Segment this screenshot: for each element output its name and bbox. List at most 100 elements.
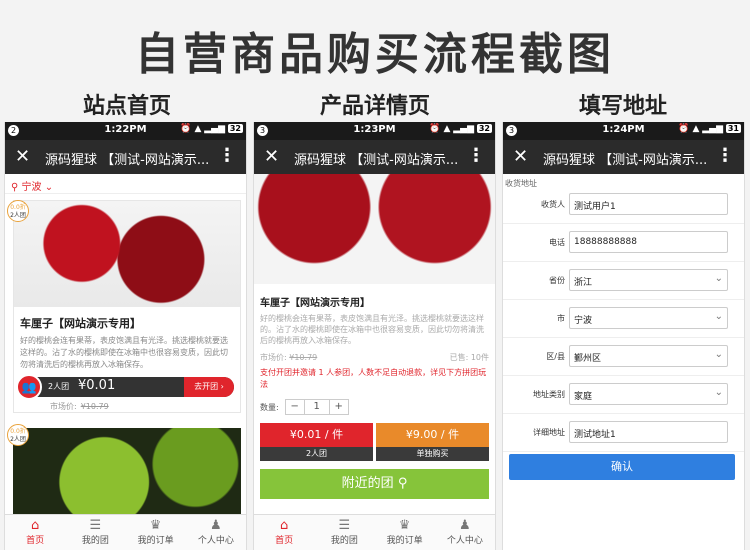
form-row-district: 区/县 鄞州区 ⌄ [503, 338, 744, 376]
form-row-city: 市 宁波 ⌄ [503, 300, 744, 338]
status-bar: 3 1:23PM ⏰ ▲ ▂▄▆ 32 [254, 122, 495, 140]
plus-button[interactable]: + [330, 400, 348, 414]
chevron-down-icon: ⌄ [44, 182, 54, 193]
discount-badge: 0.0折 2人团 [7, 200, 29, 222]
product-description: 好的樱桃会连有果蒂，表皮饱满且有光泽。挑选樱桃就要选这样的。沾了水的樱桃即使在冰… [260, 314, 484, 345]
buy-buttons: ¥0.01 / 件 2人团 ¥9.00 / 件 单独购买 [254, 423, 495, 461]
bottom-tabbar: ⌂ 首页 ☰ 我的团 ♛ 我的订单 ♟ 个人中心 [254, 514, 495, 550]
battery-icon: 32 [227, 124, 243, 133]
minus-button[interactable]: − [286, 400, 304, 414]
chevron-down-icon: ⌄ [714, 273, 723, 284]
status-bar: 3 1:24PM ⏰ ▲ ▂▄▆ 31 [503, 122, 744, 140]
window-title: 源码猩球 【测试-网站演示... [45, 153, 210, 168]
form-row-address-type: 地址类别 家庭 ⌄ [503, 376, 744, 414]
stock-count: 已售: 10件 [449, 353, 489, 362]
city-select[interactable]: 宁波 ⌄ [569, 307, 728, 329]
location-pin-icon: ⚲ [397, 476, 408, 491]
location-pin-icon: ⚲ [11, 182, 19, 193]
close-icon[interactable]: ✕ [513, 146, 528, 167]
group-rule[interactable]: 支付开团并邀请 1 人参团，人数不足自动退款，详见下方拼团玩法 [254, 363, 495, 391]
product-name: 车厘子【网站演示专用】 [260, 298, 370, 309]
home-icon: ⌂ [30, 518, 40, 533]
phone-detail: 3 1:23PM ⏰ ▲ ▂▄▆ 32 ✕ 源码猩球 【测试-网站演示... ⋮… [253, 122, 496, 550]
quantity-input[interactable]: 1 [303, 400, 330, 414]
trophy-icon: ♛ [398, 518, 411, 533]
location-label: 宁波 [21, 182, 42, 193]
more-menu-icon[interactable]: ⋮ [716, 145, 734, 166]
market-price: 市场价: ¥10.79 [260, 353, 318, 362]
user-icon: ♟ [459, 518, 471, 533]
battery-icon: 31 [725, 124, 741, 133]
quantity-row: 数量: − 1 + [254, 391, 495, 423]
close-icon[interactable]: ✕ [264, 146, 279, 167]
status-icons: ⏰ ▲ ▂▄▆ 32 [180, 124, 243, 134]
bottom-tabbar: ⌂ 首页 ☰ 我的团 ♛ 我的订单 ♟ 个人中心 [5, 514, 246, 550]
group-buy-button[interactable]: ¥0.01 / 件 2人团 [260, 423, 373, 461]
tab-my-orders[interactable]: ♛ 我的订单 [126, 515, 186, 550]
recipient-input[interactable]: 测试用户1 [569, 193, 728, 215]
column-title-address: 填写地址 [578, 94, 667, 119]
product-name[interactable]: 车厘子【网站演示专用】 [14, 307, 240, 335]
tab-my-groups[interactable]: ☰ 我的团 [65, 515, 125, 550]
tab-profile[interactable]: ♟ 个人中心 [435, 515, 495, 550]
address-type-select[interactable]: 家庭 ⌄ [569, 383, 728, 405]
user-icon: ♟ [210, 518, 222, 533]
list-icon: ☰ [338, 518, 351, 533]
more-menu-icon[interactable]: ⋮ [218, 145, 236, 166]
trophy-icon: ♛ [149, 518, 162, 533]
window-title: 源码猩球 【测试-网站演示... [294, 153, 459, 168]
more-menu-icon[interactable]: ⋮ [467, 145, 485, 166]
province-select[interactable]: 浙江 ⌄ [569, 269, 728, 291]
solo-buy-button[interactable]: ¥9.00 / 件 单独购买 [376, 423, 489, 461]
group-avatar-icon: 👥 [16, 374, 42, 400]
chevron-down-icon: ⌄ [714, 311, 723, 322]
discount-badge-2: 0.0折 2人团 [7, 424, 29, 446]
column-title-detail: 产品详情页 [319, 94, 430, 119]
status-icons: ⏰ ▲ ▂▄▆ 32 [429, 124, 492, 134]
tab-profile[interactable]: ♟ 个人中心 [186, 515, 246, 550]
product-image[interactable] [14, 201, 240, 307]
window-title: 源码猩球 【测试-网站演示... [543, 153, 708, 168]
product-description: 好的樱桃会连有果蒂，表皮饱满且有光泽。挑选樱桃就要选这样的。沾了水的樱桃即使在冰… [20, 336, 228, 369]
market-price: 市场价: ¥10.79 [50, 402, 109, 411]
phone-address: 3 1:24PM ⏰ ▲ ▂▄▆ 31 ✕ 源码猩球 【测试-网站演示... ⋮… [502, 122, 745, 550]
page-title: 自营商品购买流程截图 [135, 29, 615, 80]
form-row-province: 省份 浙江 ⌄ [503, 262, 744, 300]
list-icon: ☰ [89, 518, 102, 533]
tab-home[interactable]: ⌂ 首页 [5, 515, 65, 550]
app-titlebar: ✕ 源码猩球 【测试-网站演示... ⋮ [254, 140, 495, 174]
group-price: ¥0.01 [78, 378, 116, 393]
quantity-label: 数量: [260, 402, 279, 412]
app-titlebar: ✕ 源码猩球 【测试-网站演示... ⋮ [503, 140, 744, 174]
confirm-button[interactable]: 确认 [509, 454, 735, 480]
phone-input[interactable]: 18888888888 [569, 231, 728, 253]
nearby-groups-button[interactable]: 附近的团 ⚲ [260, 469, 489, 499]
chevron-down-icon: ⌄ [714, 387, 723, 398]
location-selector[interactable]: ⚲ 宁波 ⌄ [5, 174, 246, 194]
start-group-button[interactable]: 去开团 › [184, 377, 234, 397]
group-size: 2人团 [48, 382, 70, 391]
status-icons: ⏰ ▲ ▂▄▆ 31 [678, 124, 741, 134]
app-titlebar: ✕ 源码猩球 【测试-网站演示... ⋮ [5, 140, 246, 174]
chevron-down-icon: ⌄ [714, 349, 723, 360]
column-title-home: 站点首页 [82, 94, 171, 119]
form-row-recipient: 收货人 测试用户1 [503, 186, 744, 224]
tab-home[interactable]: ⌂ 首页 [254, 515, 314, 550]
product-card-2[interactable] [13, 428, 241, 518]
product-image [254, 174, 495, 284]
group-bar: 👥 2人团 ¥0.01 去开团 › [16, 374, 234, 400]
form-row-detail-address: 详细地址 测试地址1 [503, 414, 744, 452]
home-icon: ⌂ [279, 518, 289, 533]
price-row: 市场价: ¥10.79 已售: 10件 [254, 346, 495, 363]
tab-my-orders[interactable]: ♛ 我的订单 [375, 515, 435, 550]
district-select[interactable]: 鄞州区 ⌄ [569, 345, 728, 367]
form-row-phone: 电话 18888888888 [503, 224, 744, 262]
product-image-2[interactable] [13, 428, 241, 518]
quantity-stepper: − 1 + [284, 399, 349, 415]
product-card[interactable]: 车厘子【网站演示专用】 好的樱桃会连有果蒂，表皮饱满且有光泽。挑选樱桃就要选这样… [13, 200, 241, 413]
battery-icon: 32 [476, 124, 492, 133]
close-icon[interactable]: ✕ [15, 146, 30, 167]
tab-my-groups[interactable]: ☰ 我的团 [314, 515, 374, 550]
status-bar: 2 1:22PM ⏰ ▲ ▂▄▆ 32 [5, 122, 246, 140]
detail-address-input[interactable]: 测试地址1 [569, 421, 728, 443]
